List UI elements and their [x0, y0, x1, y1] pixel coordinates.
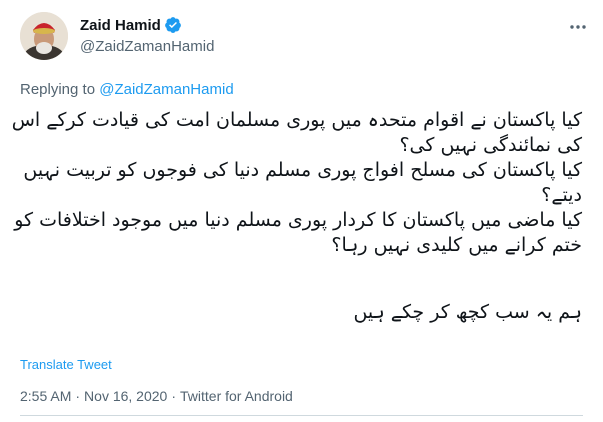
tweet-detail: Zaid Hamid @ZaidZamanHamid Replying to @… — [0, 0, 603, 422]
meta-separator: · — [75, 388, 81, 404]
tweet-text-line: کی نمائندگی نہیں کی؟ — [399, 134, 582, 156]
tweet-source[interactable]: Twitter for Android — [180, 388, 293, 404]
author-handle[interactable]: @ZaidZamanHamid — [80, 38, 214, 55]
verified-badge-icon — [164, 16, 182, 34]
tweet-metadata: 2:55 AM · Nov 16, 2020 · Twitter for And… — [20, 388, 293, 404]
replying-to: Replying to @ZaidZamanHamid — [20, 81, 234, 98]
avatar[interactable] — [20, 12, 68, 60]
replying-to-label: Replying to — [20, 81, 96, 98]
divider — [20, 415, 583, 416]
author-block: Zaid Hamid @ZaidZamanHamid — [80, 15, 214, 56]
tweet-date[interactable]: Nov 16, 2020 — [84, 388, 167, 404]
meta-separator: · — [171, 388, 177, 404]
tweet-header: Zaid Hamid @ZaidZamanHamid — [20, 8, 595, 64]
tweet-text: کیا پاکستان نے اقوام متحدہ میں پوری مسلم… — [11, 108, 582, 325]
tweet-text-line: دیتے؟ — [541, 184, 582, 206]
display-name[interactable]: Zaid Hamid — [80, 17, 161, 34]
tweet-text-line: ہم یہ سب کچھ کر چکے ہیں — [353, 301, 582, 323]
tweet-text-line: کیا پاکستان کی مسلح افواج پوری مسلم دنیا… — [23, 159, 582, 181]
tweet-text-line: ختم کرانے میں کلیدی نہیں رہا؟ — [331, 234, 582, 256]
more-options-icon[interactable] — [567, 16, 589, 38]
tweet-text-line: کیا پاکستان نے اقوام متحدہ میں پوری مسلم… — [11, 109, 582, 131]
tweet-time[interactable]: 2:55 AM — [20, 388, 71, 404]
replying-to-link[interactable]: @ZaidZamanHamid — [99, 81, 233, 98]
tweet-text-line: کیا ماضی میں پاکستان کا کردار پوری مسلم … — [14, 209, 582, 231]
translate-tweet-link[interactable]: Translate Tweet — [20, 357, 112, 372]
